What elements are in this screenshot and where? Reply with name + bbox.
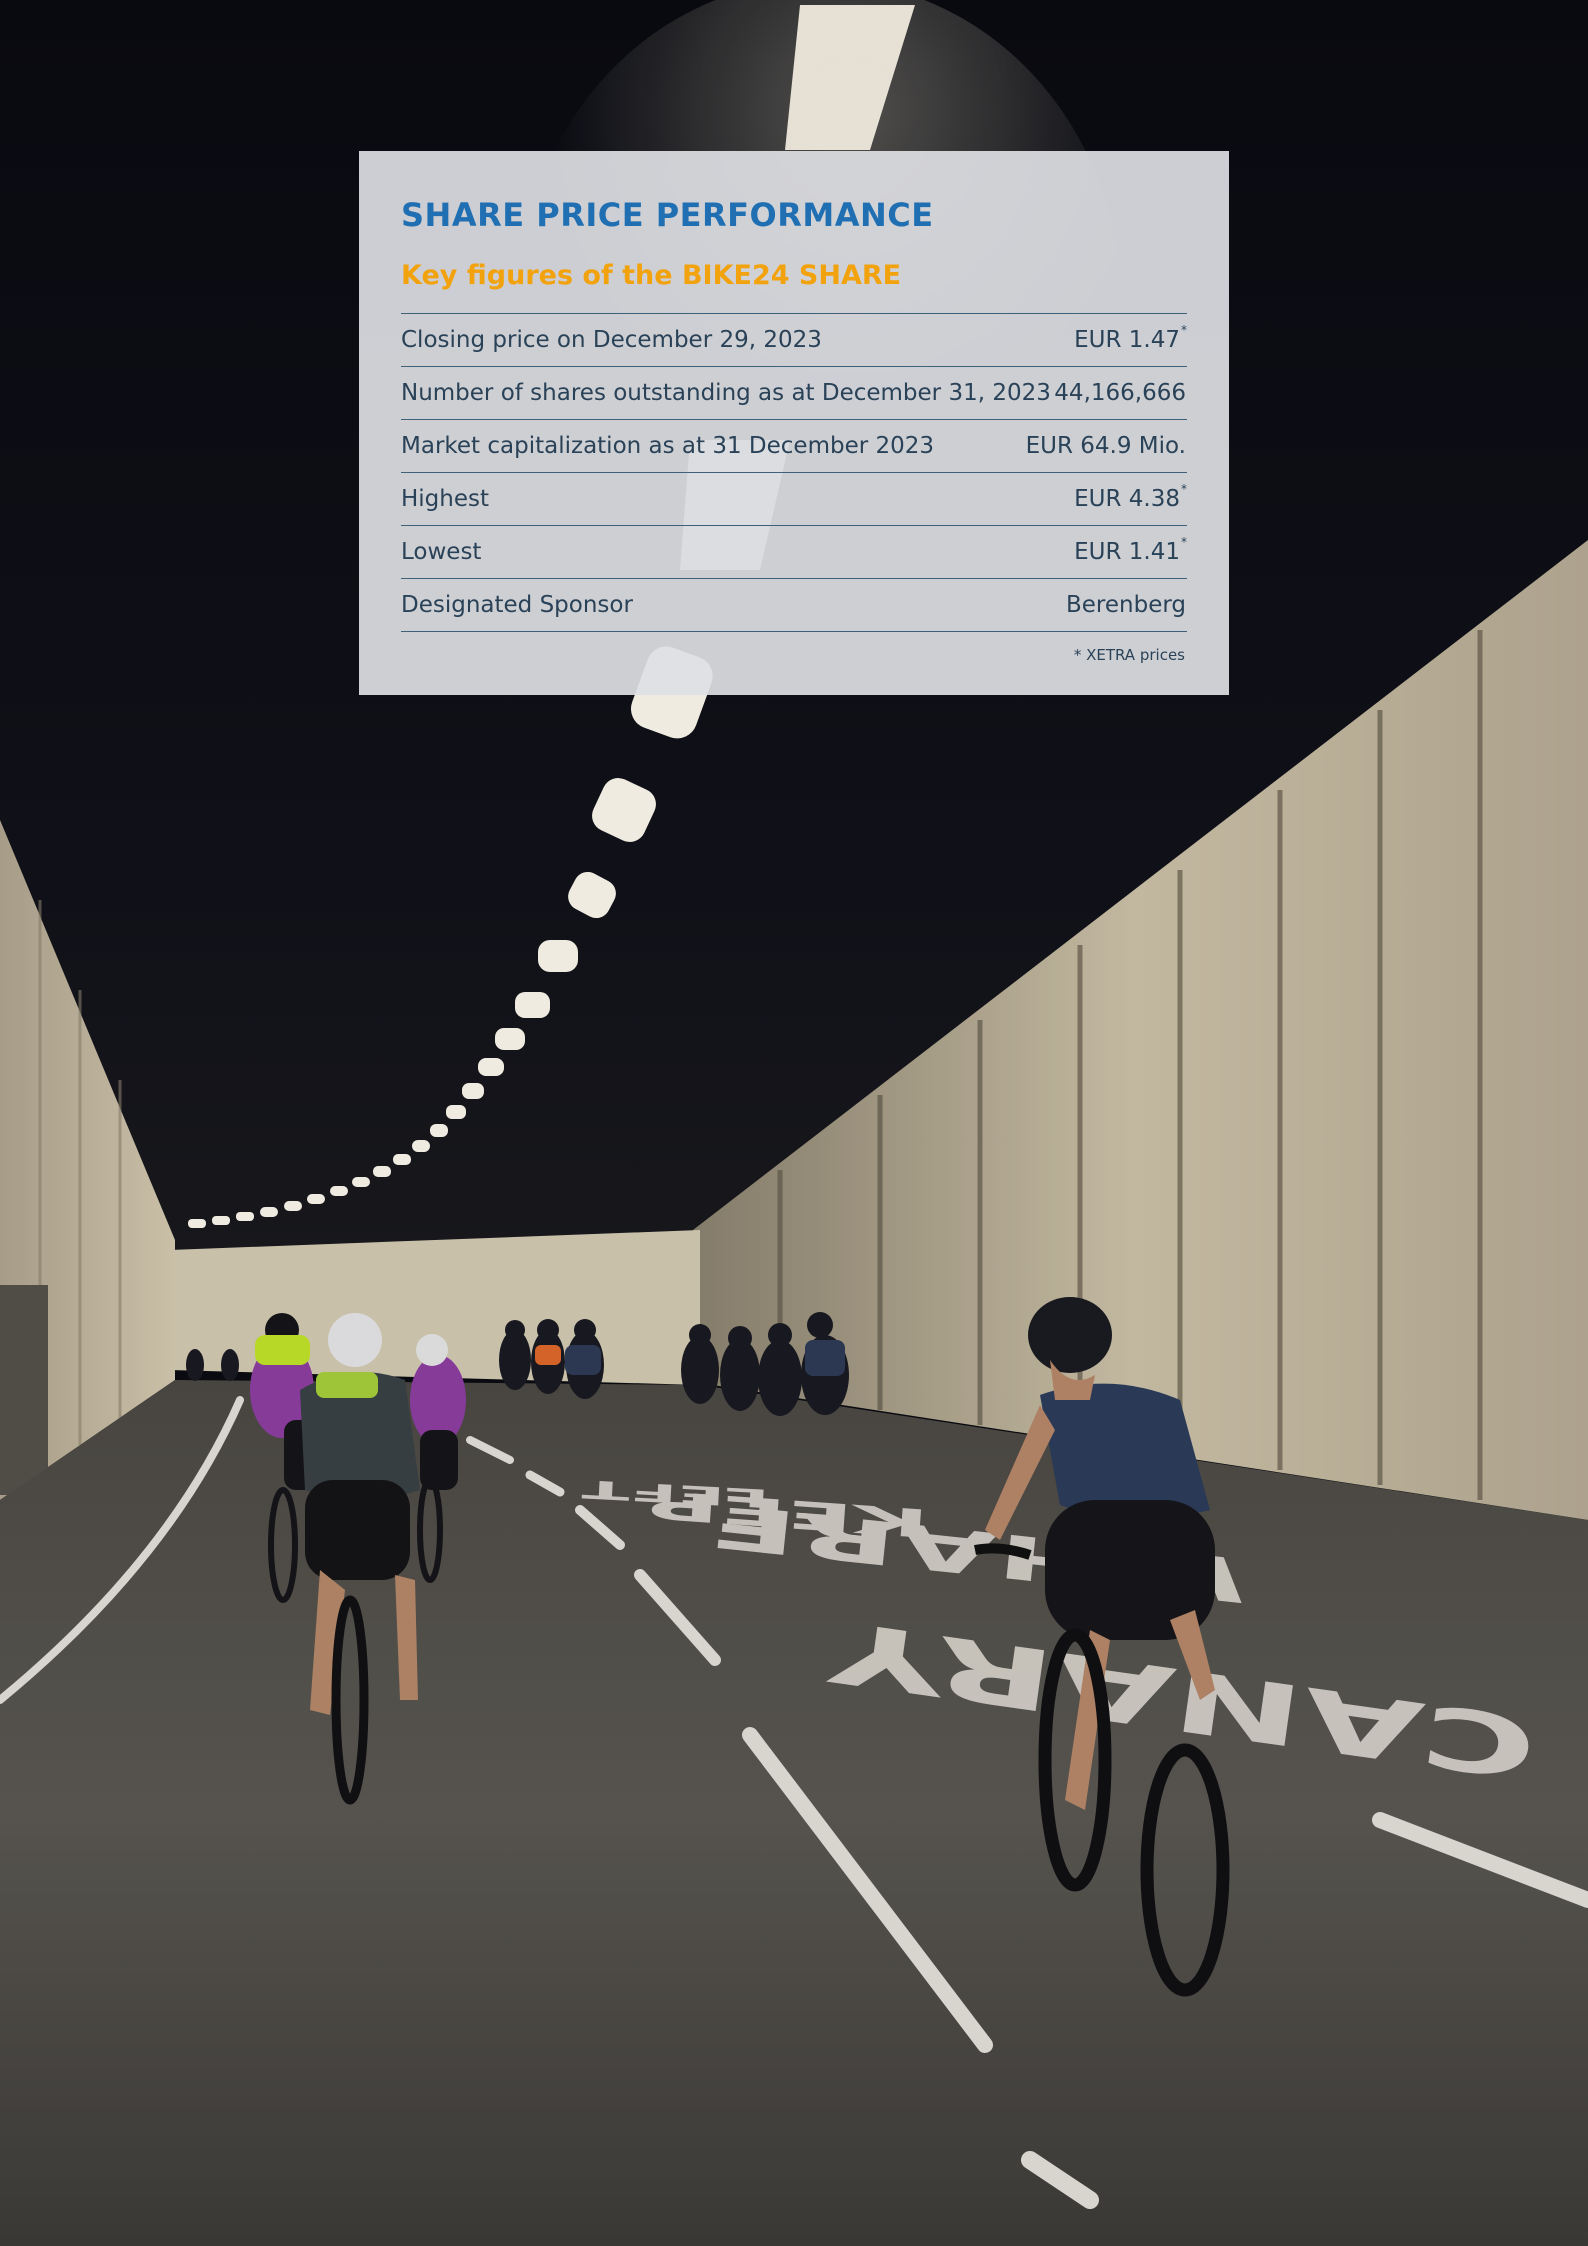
row-label: Closing price on December 29, 2023 — [401, 327, 822, 353]
row-value: EUR 1.47* — [1074, 323, 1187, 353]
table-row: Market capitalization as at 31 December … — [401, 420, 1187, 473]
table-row: Designated Sponsor Berenberg — [401, 579, 1187, 632]
footnote-marker: * — [1181, 482, 1187, 496]
row-value: 44,166,666 — [1054, 380, 1186, 406]
row-label: Number of shares outstanding as at Decem… — [401, 380, 1051, 406]
table-row: Closing price on December 29, 2023 EUR 1… — [401, 314, 1187, 367]
table-row: Highest EUR 4.38* — [401, 473, 1187, 526]
row-label: Highest — [401, 486, 490, 512]
row-value: EUR 1.41* — [1074, 535, 1187, 565]
panel-subtitle: Key figures of the BIKE24 SHARE — [401, 260, 902, 291]
table-row: Number of shares outstanding as at Decem… — [401, 367, 1187, 420]
footnote-marker: * — [1181, 535, 1187, 549]
table-row: Lowest EUR 1.41* — [401, 526, 1187, 579]
panel-title: SHARE PRICE PERFORMANCE — [401, 196, 934, 234]
key-figures-table: Closing price on December 29, 2023 EUR 1… — [401, 313, 1187, 632]
row-value: EUR 4.38* — [1074, 482, 1187, 512]
row-value: EUR 64.9 Mio. — [1025, 433, 1186, 459]
row-label: Designated Sponsor — [401, 592, 633, 618]
footnote-marker: * — [1181, 323, 1187, 337]
row-label: Market capitalization as at 31 December … — [401, 433, 935, 459]
row-value: Berenberg — [1065, 592, 1186, 618]
row-label: Lowest — [401, 539, 482, 565]
share-price-panel: SHARE PRICE PERFORMANCE Key figures of t… — [359, 151, 1229, 695]
footnote: * XETRA prices — [1073, 646, 1185, 664]
